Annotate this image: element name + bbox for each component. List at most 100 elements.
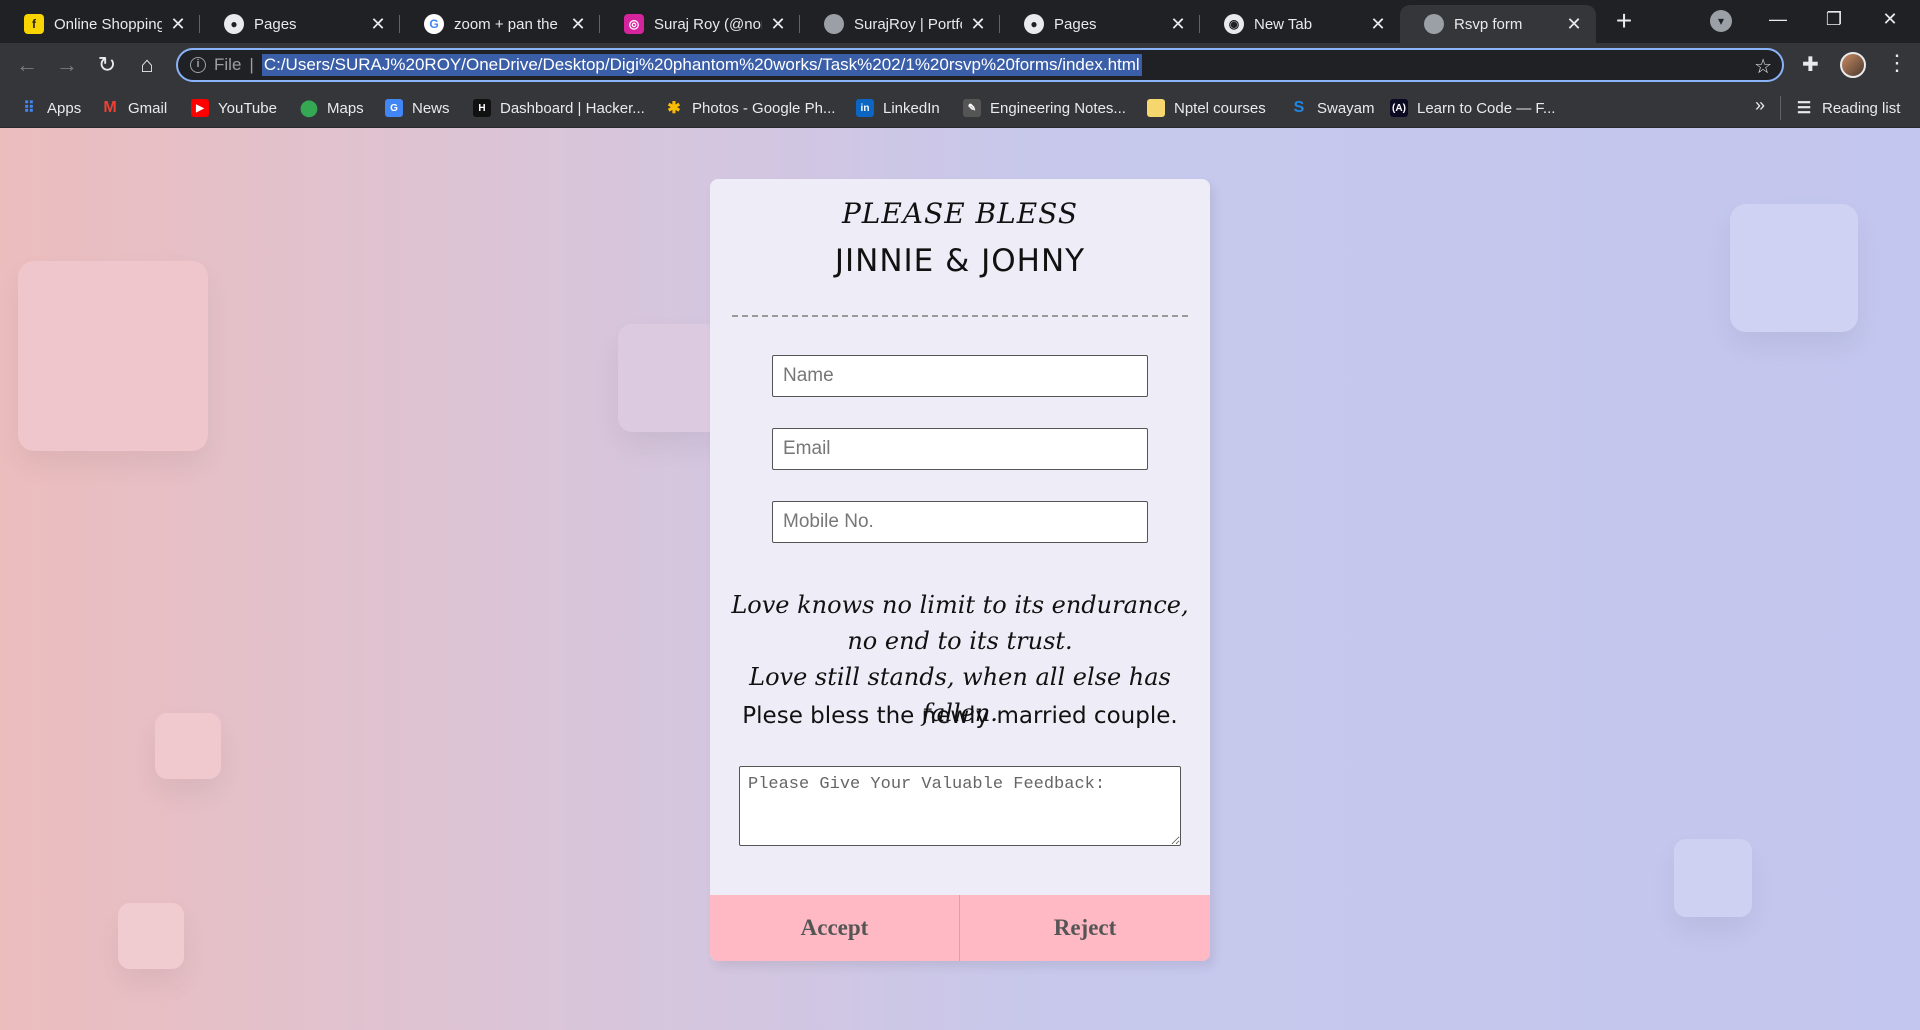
omnibox-separator: |	[249, 55, 254, 74]
browser-toolbar: ← → ↻ ⌂ i File | C:/Users/SURAJ%20ROY/On…	[0, 43, 1920, 88]
bookmark-youtube[interactable]: ▶ YouTube	[191, 96, 277, 120]
avatar[interactable]	[1840, 52, 1866, 78]
accept-button[interactable]: Accept	[710, 895, 959, 961]
photos-icon: ✱	[667, 100, 681, 117]
tab-search-icon[interactable]: ▾	[1710, 10, 1732, 32]
close-icon[interactable]: ✕	[768, 14, 788, 35]
bookmarks-divider	[1780, 96, 1781, 120]
bless-message: Plese bless the newly married couple.	[742, 703, 1178, 729]
reading-list-icon: ☰	[1796, 100, 1812, 117]
reading-list-label: Reading list	[1822, 99, 1901, 117]
url-text[interactable]: C:/Users/SURAJ%20ROY/OneDrive/Desktop/Di…	[261, 54, 1142, 76]
apps-grid-icon: ⠿	[23, 100, 35, 117]
back-arrow-icon[interactable]: ←	[12, 50, 42, 80]
close-icon[interactable]: ✕	[1564, 14, 1584, 35]
tab-online-shopping[interactable]: f Online Shopping ✕	[0, 5, 200, 43]
dashed-divider	[732, 315, 1188, 317]
tab-pages[interactable]: ● Pages ✕	[200, 5, 400, 43]
notes-icon: ✎	[963, 99, 981, 117]
tab-rsvp-form[interactable]: Rsvp form ✕	[1400, 5, 1596, 43]
home-icon[interactable]: ⌂	[132, 50, 162, 80]
tab-portfolio[interactable]: SurajRoy | Portfoli ✕	[800, 5, 1000, 43]
scheme-label: File	[214, 55, 242, 74]
close-icon[interactable]: ✕	[1168, 14, 1188, 35]
bookmark-hackerrank[interactable]: H Dashboard | Hacker...	[473, 96, 645, 120]
decorative-square	[18, 261, 208, 451]
instagram-icon: ◎	[624, 14, 644, 34]
decorative-square	[1730, 204, 1858, 332]
bookmark-label: News	[412, 99, 450, 117]
tab-instagram[interactable]: ◎ Suraj Roy (@nom ✕	[600, 5, 800, 43]
bookmark-label: Photos - Google Ph...	[692, 99, 836, 117]
bookmark-label: Swayam	[1317, 99, 1375, 117]
forward-arrow-icon[interactable]: →	[52, 50, 82, 80]
bookmark-apps[interactable]: ⠿ Apps	[20, 96, 81, 120]
card-title: PLEASE BLESS	[841, 197, 1079, 230]
address-bar[interactable]: i File | C:/Users/SURAJ%20ROY/OneDrive/D…	[176, 48, 1784, 82]
flipkart-icon: f	[24, 14, 44, 34]
close-icon[interactable]: ✕	[568, 14, 588, 35]
hackerrank-icon: H	[473, 99, 491, 117]
minimize-icon[interactable]: —	[1750, 0, 1806, 40]
tab-zoom-pan[interactable]: G zoom + pan the ir ✕	[400, 5, 600, 43]
bookmark-label: Gmail	[128, 99, 168, 117]
bookmark-nptel[interactable]: Nptel courses	[1147, 96, 1266, 120]
tab-title: Suraj Roy (@nom	[654, 15, 762, 33]
youtube-icon: ▶	[191, 99, 209, 117]
bookmark-label: Maps	[327, 99, 364, 117]
feedback-textarea[interactable]	[739, 766, 1181, 846]
more-vert-icon[interactable]: ⋮	[1886, 50, 1908, 76]
close-icon[interactable]: ✕	[368, 14, 388, 35]
name-field[interactable]	[772, 355, 1148, 397]
bookmark-label: Nptel courses	[1174, 99, 1266, 117]
close-icon[interactable]: ✕	[968, 14, 988, 35]
bookmark-engineering-notes[interactable]: ✎ Engineering Notes...	[963, 96, 1126, 120]
bookmark-google-photos[interactable]: ✱ Photos - Google Ph...	[665, 96, 835, 120]
close-icon[interactable]: ✕	[168, 14, 188, 35]
github-icon: ●	[224, 14, 244, 34]
github-icon: ●	[1024, 14, 1044, 34]
chrome-icon: ◉	[1224, 14, 1244, 34]
mobile-field[interactable]	[772, 501, 1148, 543]
tab-title: Pages	[254, 15, 297, 33]
close-icon[interactable]: ✕	[1368, 14, 1388, 35]
bookmark-freecodecamp[interactable]: (A) Learn to Code — F...	[1390, 96, 1555, 120]
tab-title: Rsvp form	[1454, 15, 1523, 33]
tab-title: Online Shopping	[54, 15, 162, 33]
couple-names: JINNIE & JOHNY	[834, 243, 1086, 279]
gmail-icon: M	[103, 99, 117, 116]
extensions-puzzle-icon[interactable]: ✚	[1802, 52, 1819, 77]
swayam-icon: S	[1293, 99, 1305, 116]
reject-button[interactable]: Reject	[960, 895, 1210, 961]
bookmark-maps[interactable]: ⬤ Maps	[300, 96, 364, 120]
info-icon[interactable]: i	[190, 57, 206, 73]
bookmark-swayam[interactable]: S Swayam	[1290, 96, 1375, 120]
star-icon[interactable]: ☆	[1754, 54, 1772, 79]
bookmark-label: Engineering Notes...	[990, 99, 1126, 117]
tab-strip: f Online Shopping ✕ ● Pages ✕ G zoom + p…	[0, 0, 1920, 43]
tab-pages-2[interactable]: ● Pages ✕	[1000, 5, 1200, 43]
news-icon: G	[385, 99, 403, 117]
quote-line: no end to its trust.	[847, 627, 1073, 655]
bookmark-label: YouTube	[218, 99, 277, 117]
bookmark-news[interactable]: G News	[385, 96, 450, 120]
tab-title: SurajRoy | Portfoli	[854, 15, 962, 33]
folder-icon	[1147, 99, 1165, 117]
bookmarks-bar: ⠿ Apps M Gmail ▶ YouTube ⬤ Maps G News H…	[0, 88, 1920, 128]
bookmark-label: Dashboard | Hacker...	[500, 99, 645, 117]
decorative-square	[1674, 839, 1752, 917]
new-tab-button[interactable]: +	[1610, 7, 1638, 36]
tab-title: New Tab	[1254, 15, 1313, 33]
bookmark-linkedin[interactable]: in LinkedIn	[856, 96, 940, 120]
window-close-icon[interactable]: ✕	[1862, 0, 1918, 40]
restore-icon[interactable]: ❐	[1806, 0, 1862, 40]
email-field[interactable]	[772, 428, 1148, 470]
bookmarks-overflow-button[interactable]: »	[1755, 95, 1765, 116]
tab-new-tab[interactable]: ◉ New Tab ✕	[1200, 5, 1400, 43]
bookmark-label: Apps	[47, 99, 82, 117]
reading-list-button[interactable]: ☰ Reading list	[1795, 96, 1901, 120]
google-icon: G	[424, 14, 444, 34]
quote-line: Love knows no limit to its endurance,	[731, 591, 1189, 619]
bookmark-gmail[interactable]: M Gmail	[101, 96, 167, 120]
reload-icon[interactable]: ↻	[92, 50, 122, 80]
